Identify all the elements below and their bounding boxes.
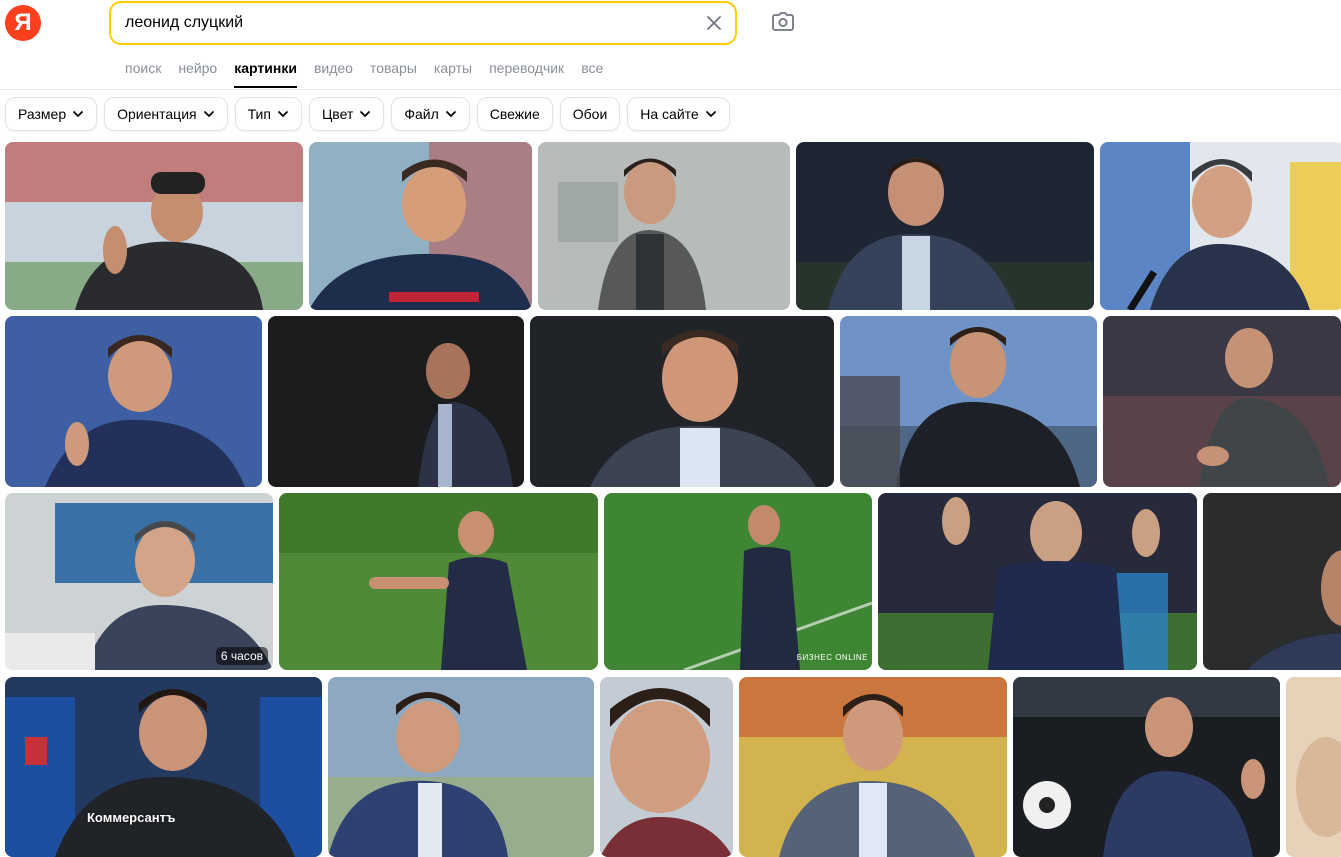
image-result[interactable] bbox=[279, 493, 598, 670]
tab-all[interactable]: все bbox=[581, 59, 603, 89]
filter-label: Тип bbox=[247, 106, 271, 122]
filter-color[interactable]: Цвет bbox=[308, 97, 385, 131]
search-input[interactable] bbox=[125, 3, 685, 43]
filter-label: Цвет bbox=[321, 106, 354, 122]
close-icon bbox=[707, 16, 721, 30]
filters-bar: Размер Ориентация Тип Цвет Файл Свежие О… bbox=[5, 97, 730, 131]
image-result[interactable] bbox=[309, 142, 532, 310]
image-result[interactable] bbox=[328, 677, 594, 857]
chevron-down-icon bbox=[72, 110, 84, 118]
tab-translator[interactable]: переводчик bbox=[489, 59, 564, 89]
search-verticals-tabs: поиск нейро картинки видео товары карты … bbox=[125, 59, 620, 89]
image-result[interactable] bbox=[538, 142, 790, 310]
tab-products[interactable]: товары bbox=[370, 59, 417, 89]
filter-wallpapers[interactable]: Обои bbox=[559, 97, 621, 131]
image-result[interactable] bbox=[5, 316, 262, 487]
filter-label: Файл bbox=[404, 106, 439, 122]
header-divider bbox=[0, 89, 1341, 90]
chevron-down-icon bbox=[277, 110, 289, 118]
tab-maps[interactable]: карты bbox=[434, 59, 472, 89]
filter-file[interactable]: Файл bbox=[391, 97, 470, 131]
chevron-down-icon bbox=[203, 110, 214, 118]
filter-label: Свежие bbox=[489, 106, 540, 122]
filter-label: Обои bbox=[572, 106, 608, 122]
clear-search-button[interactable] bbox=[703, 12, 725, 34]
image-result[interactable]: 6 часов bbox=[5, 493, 273, 670]
chevron-down-icon bbox=[360, 110, 371, 118]
image-results-grid: 6 часов БИЗНЕС ONLINE Коммерсантъ bbox=[0, 142, 1341, 857]
filter-on-site[interactable]: На сайте bbox=[627, 97, 730, 131]
image-result[interactable] bbox=[1100, 142, 1341, 310]
image-result[interactable] bbox=[1013, 677, 1280, 857]
watermark-business-online: БИЗНЕС ONLINE bbox=[796, 653, 868, 662]
filter-label: Размер bbox=[18, 106, 67, 122]
filter-label: Ориентация bbox=[117, 106, 197, 122]
results-row bbox=[5, 316, 1341, 487]
image-result[interactable]: БИЗНЕС ONLINE bbox=[604, 493, 872, 670]
image-result[interactable] bbox=[840, 316, 1097, 487]
tab-images[interactable]: картинки bbox=[234, 59, 297, 89]
watermark-kommersant: Коммерсантъ bbox=[87, 810, 176, 825]
image-result[interactable] bbox=[600, 677, 733, 857]
results-row: Коммерсантъ bbox=[5, 677, 1341, 857]
image-result[interactable] bbox=[1203, 493, 1341, 670]
filter-fresh[interactable]: Свежие bbox=[476, 97, 553, 131]
image-result[interactable] bbox=[878, 493, 1197, 670]
tab-video[interactable]: видео bbox=[314, 59, 353, 89]
image-result[interactable]: Коммерсантъ bbox=[5, 677, 322, 857]
image-result[interactable] bbox=[1103, 316, 1341, 487]
tab-search[interactable]: поиск bbox=[125, 59, 161, 89]
chevron-down-icon bbox=[445, 110, 456, 118]
image-result[interactable] bbox=[268, 316, 524, 487]
chevron-down-icon bbox=[705, 110, 716, 118]
filter-type[interactable]: Тип bbox=[234, 97, 302, 131]
image-result[interactable] bbox=[530, 316, 834, 487]
image-result[interactable] bbox=[5, 142, 303, 310]
filter-orientation[interactable]: Ориентация bbox=[104, 97, 228, 131]
image-result[interactable] bbox=[1286, 677, 1341, 857]
yandex-logo[interactable]: Я bbox=[5, 5, 41, 41]
image-result[interactable] bbox=[739, 677, 1007, 857]
results-row bbox=[5, 142, 1341, 310]
filter-size[interactable]: Размер bbox=[5, 97, 98, 131]
filter-label: На сайте bbox=[640, 106, 699, 122]
image-age-badge: 6 часов bbox=[215, 647, 268, 665]
image-result[interactable] bbox=[796, 142, 1094, 310]
results-row: 6 часов БИЗНЕС ONLINE bbox=[5, 493, 1341, 670]
search-box bbox=[109, 1, 737, 45]
camera-icon bbox=[772, 12, 794, 31]
tab-neiro[interactable]: нейро bbox=[178, 59, 217, 89]
search-by-image-button[interactable] bbox=[770, 9, 796, 35]
